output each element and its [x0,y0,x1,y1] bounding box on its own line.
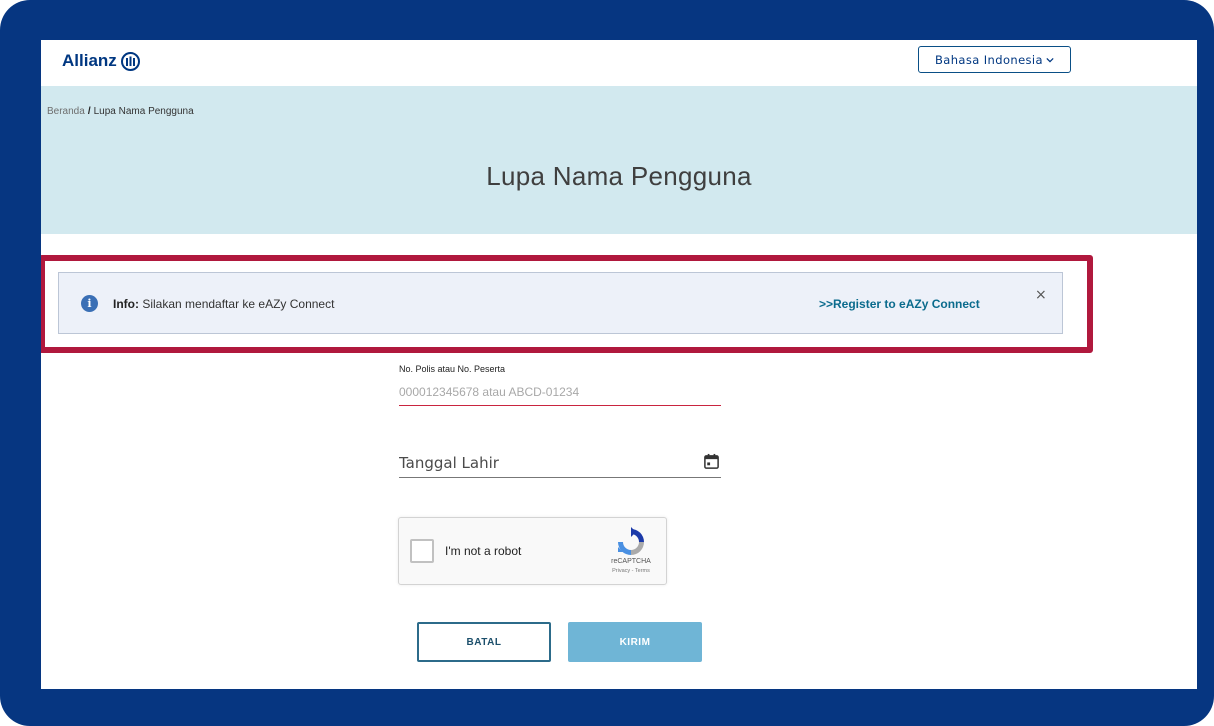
breadcrumb-home-link[interactable]: Beranda [47,106,85,117]
language-label: Bahasa Indonesia [935,52,1043,67]
language-selector[interactable]: Bahasa Indonesia [918,46,1071,73]
recaptcha-checkbox[interactable] [410,539,434,563]
breadcrumb-separator: / [87,106,91,117]
info-banner: i Info: Silakan mendaftar ke eAZy Connec… [58,272,1063,334]
date-of-birth-input[interactable] [399,445,721,478]
recaptcha-label: I'm not a robot [445,544,522,558]
allianz-eagle-icon [120,51,140,71]
brand-name: Allianz [62,51,117,70]
page-hero: Beranda / Lupa Nama Pengguna Lupa Nama Pen… [41,86,1197,234]
register-eazy-connect-link[interactable]: >>Register to eAZy Connect [819,297,980,311]
browser-screen: Allianz Bahasa Indonesia Beranda / Lupa Na… [41,40,1197,689]
submit-button[interactable]: KIRIM [568,622,702,662]
recaptcha-privacy-terms[interactable]: Privacy - Terms [607,568,655,574]
close-icon[interactable]: × [1035,287,1047,303]
info-prefix: Info: [113,297,139,311]
policy-number-input[interactable] [399,379,721,406]
page-title: Lupa Nama Pengguna [486,161,752,191]
info-message-text: Silakan mendaftar ke eAZy Connect [142,297,335,311]
recaptcha-brand: reCAPTCHA [611,558,651,565]
breadcrumb-current: Lupa Nama Pengguna [93,106,194,117]
policy-number-label: No. Polis atau No. Peserta [399,364,506,374]
recaptcha-logo-icon [618,527,644,555]
breadcrumb: Beranda / Lupa Nama Pengguna [47,106,194,117]
allianz-logo[interactable]: Allianz [62,51,140,71]
recaptcha-widget: I'm not a robot reCAPTCHA Privacy - Term… [398,517,667,585]
info-icon: i [81,295,98,312]
calendar-icon[interactable] [703,453,720,470]
cancel-button[interactable]: BATAL [417,622,551,662]
chevron-down-icon [1046,57,1054,62]
info-message: Info: Silakan mendaftar ke eAZy Connect [113,297,334,311]
